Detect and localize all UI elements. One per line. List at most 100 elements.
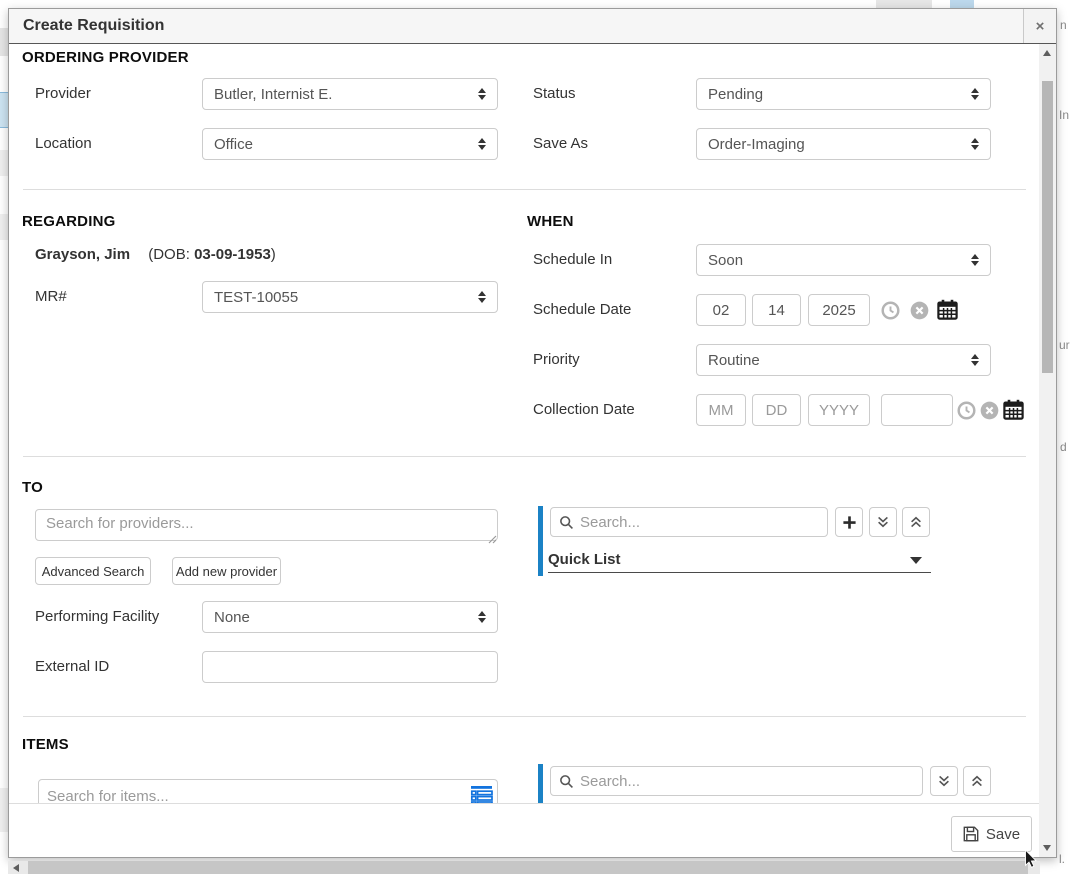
background-left-remnant-4	[0, 214, 8, 240]
save-as-select[interactable]: Order-Imaging	[696, 128, 991, 160]
external-id-label: External ID	[35, 658, 109, 675]
to-panel-searchbox[interactable]	[550, 507, 828, 537]
save-button[interactable]: Save	[951, 816, 1032, 852]
items-panel-searchbox[interactable]	[550, 766, 923, 796]
schedule-date-month-input[interactable]	[696, 294, 746, 326]
vertical-scrollbar[interactable]	[1039, 44, 1056, 857]
advanced-search-button[interactable]: Advanced Search	[35, 557, 151, 585]
advanced-search-button-label: Advanced Search	[42, 564, 145, 579]
location-label: Location	[35, 135, 92, 152]
collapse-all-button[interactable]	[902, 507, 930, 537]
dialog-header: Create Requisition ×	[9, 9, 1056, 44]
items-expand-all-button[interactable]	[930, 766, 958, 796]
add-new-provider-button-label: Add new provider	[176, 564, 277, 579]
section-divider	[23, 189, 1026, 190]
collection-date-day-input[interactable]	[752, 394, 801, 426]
double-chevron-down-icon	[937, 774, 951, 788]
collection-date-month-input[interactable]	[696, 394, 746, 426]
background-text-fragment: n	[1060, 18, 1067, 32]
to-panel-search-input[interactable]	[580, 514, 819, 531]
select-caret-icon	[478, 88, 486, 100]
expand-all-button[interactable]	[869, 507, 897, 537]
provider-label: Provider	[35, 85, 91, 102]
add-new-provider-button[interactable]: Add new provider	[172, 557, 281, 585]
status-label: Status	[533, 85, 576, 102]
regarding-heading: REGARDING	[22, 213, 115, 230]
section-divider	[23, 716, 1026, 717]
patient-name: Grayson, Jim	[35, 246, 130, 263]
item-list-icon[interactable]	[470, 785, 494, 804]
patient-dob-value: 03-09-1953	[194, 246, 271, 263]
horizontal-scrollbar-thumb[interactable]	[28, 861, 1028, 874]
vertical-scrollbar-thumb[interactable]	[1042, 81, 1053, 373]
status-select[interactable]: Pending	[696, 78, 991, 110]
background-left-remnant-5	[0, 788, 8, 832]
priority-select-value: Routine	[708, 352, 760, 369]
create-requisition-dialog: Create Requisition × ORDERING PROVIDER P…	[8, 8, 1057, 858]
to-panel-accent-bar	[538, 506, 543, 576]
background-text-fragment: d	[1060, 440, 1067, 454]
add-provider-to-list-button[interactable]	[835, 507, 863, 537]
location-select-value: Office	[214, 136, 253, 153]
close-button[interactable]: ×	[1023, 9, 1056, 43]
provider-select[interactable]: Butler, Internist E.	[202, 78, 498, 110]
location-select[interactable]: Office	[202, 128, 498, 160]
select-caret-icon	[971, 138, 979, 150]
schedule-date-clear-icon[interactable]	[910, 301, 929, 325]
select-caret-icon	[971, 88, 979, 100]
performing-facility-select-value: None	[214, 609, 250, 626]
to-heading: TO	[22, 479, 43, 496]
provider-search-input[interactable]	[35, 509, 498, 541]
select-caret-icon	[478, 611, 486, 623]
collection-date-calendar-icon[interactable]	[1003, 399, 1024, 425]
dialog-footer: Save	[9, 804, 1056, 857]
quick-list-underline	[548, 572, 931, 573]
provider-select-value: Butler, Internist E.	[214, 86, 332, 103]
collection-time-input[interactable]	[881, 394, 953, 426]
scroll-down-arrow-icon[interactable]	[1043, 845, 1051, 851]
when-heading: WHEN	[527, 213, 574, 230]
performing-facility-select[interactable]: None	[202, 601, 498, 633]
collection-date-clear-icon[interactable]	[980, 401, 999, 425]
items-panel-search-input[interactable]	[580, 773, 914, 790]
external-id-input[interactable]	[202, 651, 498, 683]
items-collapse-all-button[interactable]	[963, 766, 991, 796]
schedule-in-select[interactable]: Soon	[696, 244, 991, 276]
select-caret-icon	[971, 254, 979, 266]
background-text-fragment: ur	[1059, 338, 1070, 352]
quick-list-caret-icon[interactable]	[910, 557, 922, 564]
search-icon	[559, 774, 574, 789]
patient-dob-suffix: )	[271, 246, 276, 263]
schedule-in-select-value: Soon	[708, 252, 743, 269]
section-divider	[23, 456, 1026, 457]
patient-line: Grayson, Jim (DOB: 03-09-1953)	[35, 246, 276, 263]
page-background: n In ur d l. Create Requisition × ORDERI…	[0, 0, 1070, 874]
collection-date-clock-icon[interactable]	[957, 401, 976, 425]
mr-number-select[interactable]: TEST-10055	[202, 281, 498, 313]
plus-icon	[842, 515, 857, 530]
background-left-remnant-3	[0, 150, 8, 176]
collection-date-label: Collection Date	[533, 401, 635, 418]
select-caret-icon	[478, 291, 486, 303]
items-heading: ITEMS	[22, 736, 69, 753]
performing-facility-label: Performing Facility	[35, 608, 159, 625]
schedule-date-day-input[interactable]	[752, 294, 801, 326]
schedule-date-year-input[interactable]	[808, 294, 870, 326]
double-chevron-up-icon	[909, 515, 923, 529]
double-chevron-down-icon	[876, 515, 890, 529]
background-text-fragment: In	[1059, 108, 1069, 122]
quick-list-group[interactable]: Quick List	[548, 551, 621, 568]
schedule-date-clock-icon[interactable]	[881, 301, 900, 325]
collection-date-year-input[interactable]	[808, 394, 870, 426]
scroll-up-arrow-icon[interactable]	[1043, 50, 1051, 56]
priority-select[interactable]: Routine	[696, 344, 991, 376]
double-chevron-up-icon	[970, 774, 984, 788]
items-search-input[interactable]	[38, 779, 498, 804]
priority-label: Priority	[533, 351, 580, 368]
horizontal-scrollbar[interactable]	[8, 861, 1040, 874]
schedule-date-calendar-icon[interactable]	[937, 299, 958, 325]
status-select-value: Pending	[708, 86, 763, 103]
dialog-title: Create Requisition	[23, 9, 164, 43]
scroll-left-arrow-icon[interactable]	[13, 864, 19, 872]
save-as-select-value: Order-Imaging	[708, 136, 805, 153]
